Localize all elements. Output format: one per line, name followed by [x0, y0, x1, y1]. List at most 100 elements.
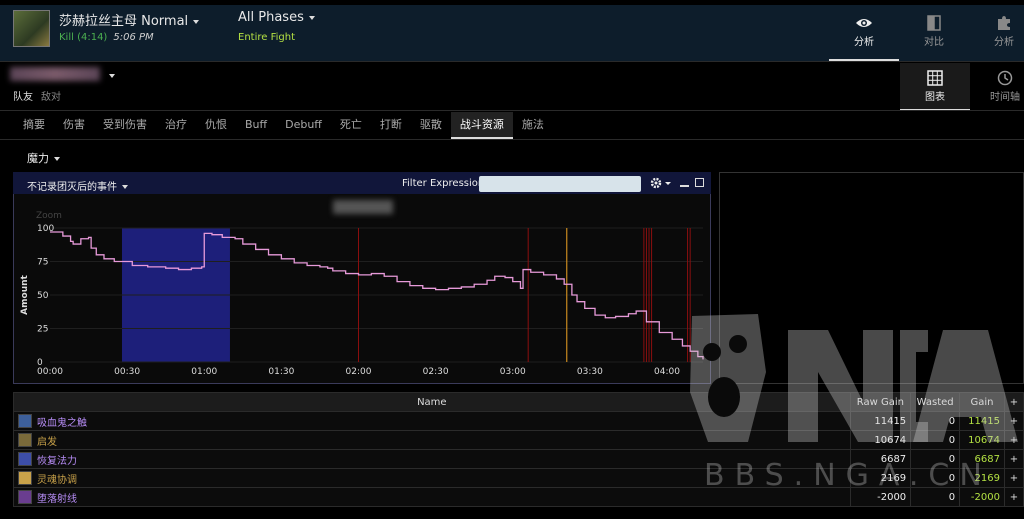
raw-gain: 11415: [849, 411, 912, 431]
col-name[interactable]: Name: [13, 392, 851, 412]
nav-analyze-2-label: 分析: [994, 37, 1014, 48]
x-tick-label: 00:30: [114, 367, 140, 377]
raw-gain: 10674: [849, 430, 912, 450]
boss-name: 莎赫拉丝主母 Normal: [59, 14, 189, 29]
table-row[interactable]: 启发 10674 0 10674 +: [13, 430, 1024, 450]
tab-0[interactable]: 摘要: [14, 112, 54, 139]
tab-2[interactable]: 受到伤害: [94, 112, 156, 139]
col-expand[interactable]: +: [1003, 392, 1024, 412]
resource-selector[interactable]: 魔力: [27, 150, 60, 166]
nav-chart[interactable]: 图表: [900, 63, 970, 111]
ability-name: 恢复法力: [37, 455, 77, 467]
resource-label: 魔力: [27, 152, 49, 165]
chevron-down-icon: [54, 157, 60, 161]
x-tick-label: 04:00: [654, 367, 680, 377]
minimize-icon[interactable]: [680, 185, 689, 187]
expand-button[interactable]: +: [1003, 468, 1024, 488]
x-tick-label: 01:00: [191, 367, 217, 377]
tab-5[interactable]: Buff: [236, 112, 276, 139]
col-raw-gain[interactable]: Raw Gain: [849, 392, 912, 412]
ability-name: 吸血鬼之触: [37, 417, 87, 429]
puzzle-icon: [998, 16, 1010, 30]
phase-selector[interactable]: All Phases: [238, 10, 315, 25]
filter-expression-label: Filter Expression:: [402, 178, 488, 189]
nav-timeline-label: 时间轴: [990, 92, 1020, 103]
chevron-down-icon: [193, 19, 200, 24]
tab-7[interactable]: 死亡: [331, 112, 371, 139]
boss-avatar[interactable]: [13, 10, 50, 47]
phase-subtitle: Entire Fight: [238, 32, 295, 43]
vampiric-touch-icon: [18, 414, 32, 428]
tab-11[interactable]: 施法: [513, 112, 553, 139]
expand-button[interactable]: +: [1003, 487, 1024, 507]
kill-info: Kill (4:14) 5:06 PM: [59, 32, 154, 43]
kill-time: 5:06 PM: [113, 32, 154, 43]
wasted: 0: [910, 411, 961, 431]
chevron-down-icon: [122, 185, 128, 189]
tab-4[interactable]: 仇恨: [196, 112, 236, 139]
x-tick-label: 03:00: [500, 367, 526, 377]
y-tick-label: 25: [37, 325, 48, 335]
tab-8[interactable]: 打断: [371, 112, 411, 139]
divider: [0, 110, 1024, 111]
ability-name: 堕落射线: [37, 493, 77, 505]
nav-analyze[interactable]: 分析: [829, 5, 899, 61]
tab-10[interactable]: 战斗资源: [450, 112, 513, 139]
clock-icon: [997, 70, 1013, 86]
ability-name: 启发: [37, 436, 57, 448]
chevron-down-icon: [308, 15, 315, 20]
wipe-filter-selector[interactable]: 不记录团灭后的事件: [27, 178, 128, 193]
nav-timeline[interactable]: 时间轴: [970, 63, 1024, 109]
kill-result: Kill (4:14): [59, 32, 108, 43]
expand-button[interactable]: +: [1003, 411, 1024, 431]
wasted: 0: [910, 430, 961, 450]
nav-analyze-label: 分析: [854, 37, 874, 48]
expand-button[interactable]: +: [1003, 449, 1024, 469]
nav-compare-label: 对比: [924, 37, 944, 48]
tab-9[interactable]: 驱散: [411, 112, 451, 139]
tab-1[interactable]: 伤害: [54, 112, 94, 139]
ability[interactable]: 启发: [18, 433, 846, 448]
mana-potion-icon: [18, 452, 32, 466]
filter-expression-input[interactable]: [479, 176, 641, 192]
phase-label: All Phases: [238, 10, 304, 25]
player-name-blurred[interactable]: [10, 67, 100, 81]
tab-team[interactable]: 队友: [13, 88, 33, 103]
ability-name: 灵魂协调: [37, 474, 77, 486]
nav-compare[interactable]: 对比: [899, 5, 969, 61]
maximize-icon[interactable]: [695, 178, 704, 187]
y-tick-label: 75: [37, 258, 48, 268]
grid-icon: [927, 70, 943, 86]
x-tick-label: 00:00: [37, 367, 63, 377]
boss-selector[interactable]: 莎赫拉丝主母 Normal: [59, 10, 200, 29]
nav-chart-label: 图表: [925, 92, 945, 103]
wipe-filter-label: 不记录团灭后的事件: [27, 182, 117, 193]
x-tick-label: 02:00: [346, 367, 372, 377]
eye-icon: [856, 19, 872, 27]
x-tick-label: 01:30: [268, 367, 294, 377]
gear-icon[interactable]: [650, 177, 672, 189]
y-tick-label: 50: [37, 291, 49, 301]
chevron-down-icon[interactable]: [109, 74, 115, 78]
expand-button[interactable]: +: [1003, 430, 1024, 450]
table-row[interactable]: 吸血鬼之触 11415 0 11415 +: [13, 411, 1024, 431]
nav-analyze-2[interactable]: 分析: [969, 5, 1024, 61]
ability[interactable]: 吸血鬼之触: [18, 414, 846, 429]
x-tick-label: 03:30: [577, 367, 603, 377]
col-wasted[interactable]: Wasted: [910, 392, 961, 412]
ability-cell: 启发: [13, 430, 851, 450]
y-axis-title: Amount: [20, 274, 30, 314]
tab-3[interactable]: 治疗: [156, 112, 196, 139]
tab-enemy[interactable]: 敌对: [41, 88, 61, 103]
table-header-row: Name Raw Gain Wasted Gain +: [13, 392, 1024, 412]
x-tick-label: 02:30: [423, 367, 449, 377]
report-tabs: 摘要 伤害 受到伤害 治疗 仇恨 Buff Debuff 死亡 打断 驱散 战斗资源 施法: [14, 112, 553, 139]
ability-cell: 吸血鬼之触: [13, 411, 851, 431]
fallen-ray-icon: [18, 490, 32, 504]
mana-chart[interactable]: 025507510000:00 00:30 01:00 01:30 02:00 02:30…: [13, 194, 711, 384]
tab-6[interactable]: Debuff: [276, 112, 331, 139]
gain: 10674: [959, 430, 1005, 450]
divider: [0, 139, 1024, 140]
compare-icon: [927, 15, 941, 31]
col-gain[interactable]: Gain: [959, 392, 1005, 412]
